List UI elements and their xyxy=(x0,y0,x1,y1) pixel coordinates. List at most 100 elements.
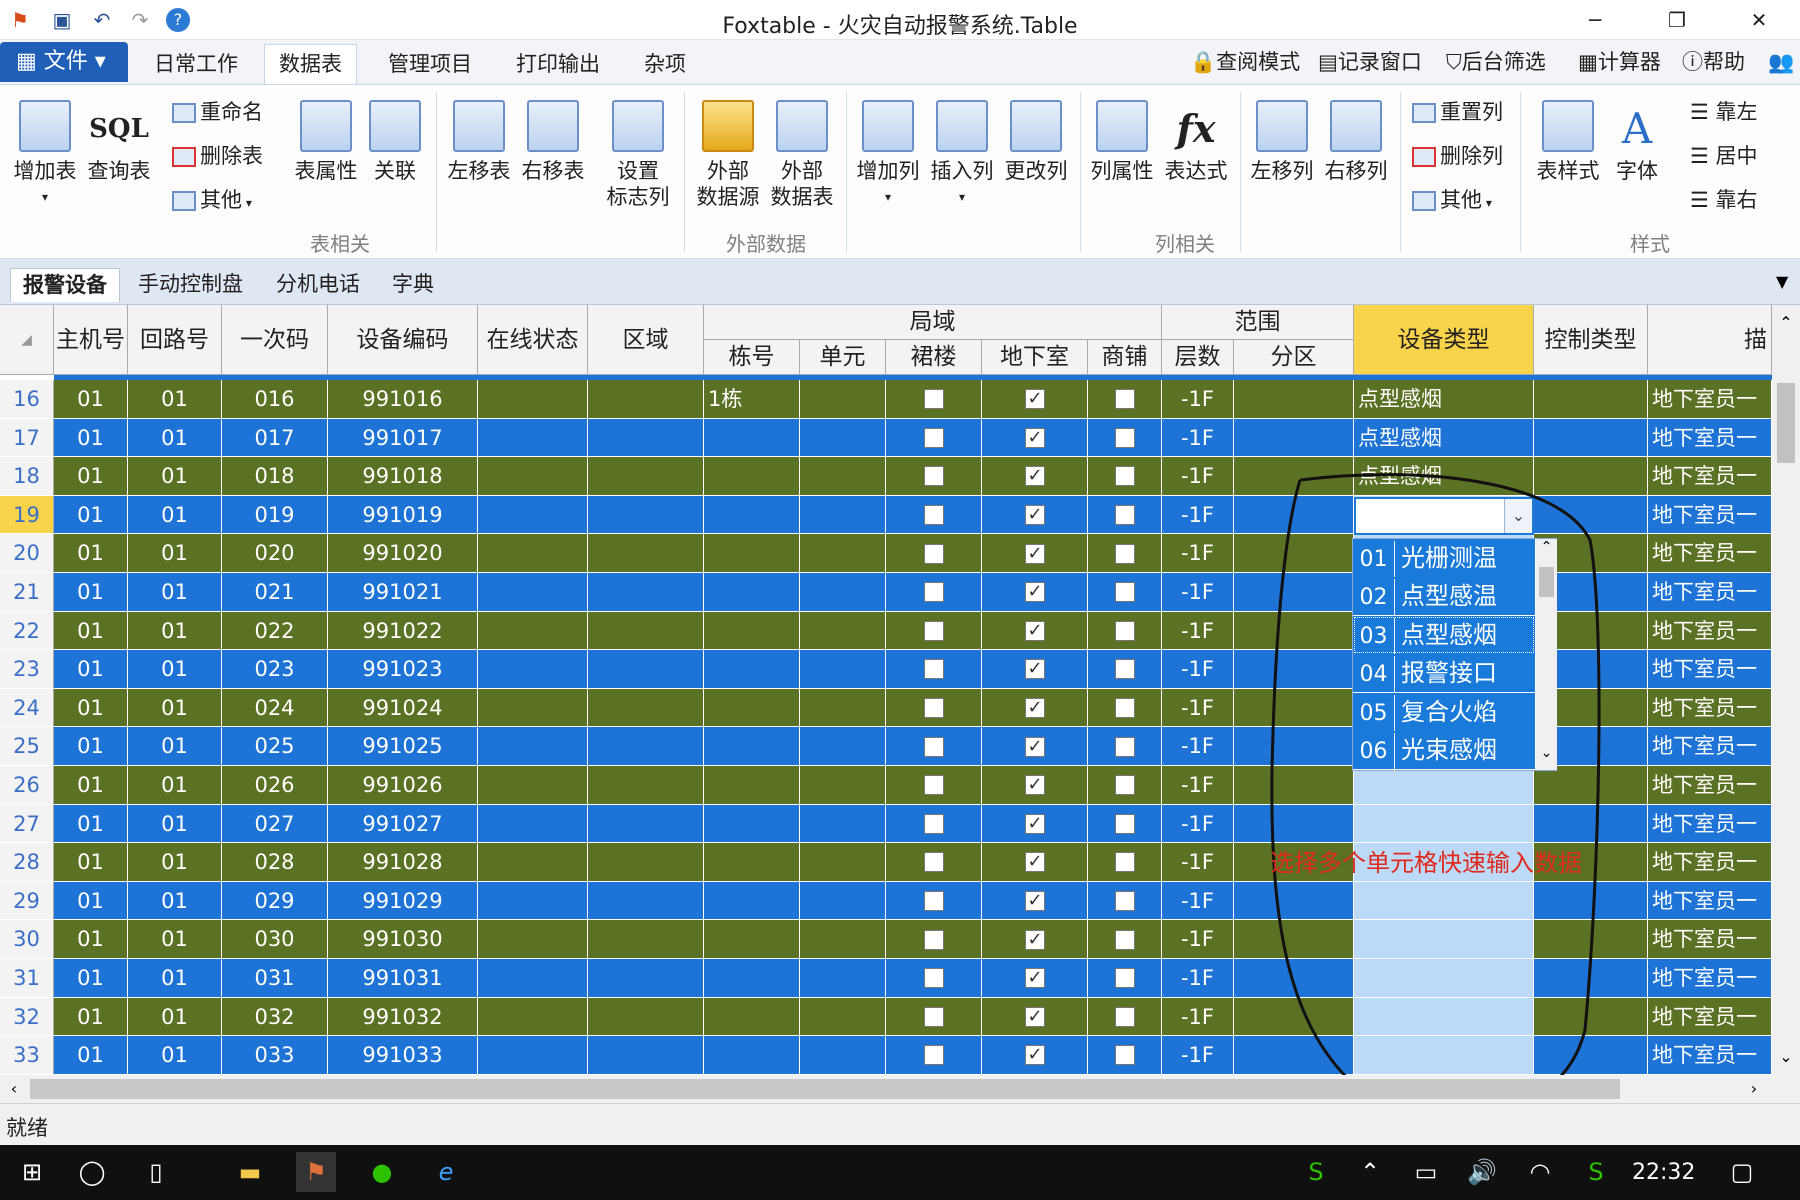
cell-area[interactable] xyxy=(588,457,704,496)
tab-daily-work[interactable]: 日常工作 xyxy=(140,48,252,84)
cell-area[interactable] xyxy=(588,1036,704,1075)
cell-online[interactable] xyxy=(478,457,588,496)
add-table-button[interactable]: 增加表 ▾ xyxy=(10,100,80,210)
header-area[interactable]: 区域 xyxy=(588,305,704,375)
cell-unit[interactable] xyxy=(800,843,886,882)
sheet-tab-manual-panel[interactable]: 手动控制盘 xyxy=(126,268,255,302)
cell-unit[interactable] xyxy=(800,959,886,998)
search-circle-icon[interactable]: ◯ xyxy=(72,1152,112,1192)
cell-area[interactable] xyxy=(588,920,704,959)
checkbox[interactable]: ✓ xyxy=(1025,582,1045,603)
cell-desc[interactable]: 地下室员一 xyxy=(1648,881,1772,921)
cell-dc[interactable]: 991017 xyxy=(328,418,478,458)
cell-pc[interactable]: 021 xyxy=(222,573,328,612)
cell-dc[interactable]: 991025 xyxy=(328,727,478,766)
cell-pc[interactable]: 025 xyxy=(222,727,328,766)
checkbox[interactable] xyxy=(924,736,944,757)
cell-loop[interactable]: 01 xyxy=(128,688,222,728)
cell-shop[interactable] xyxy=(1088,457,1162,496)
cell-loop[interactable]: 01 xyxy=(128,997,222,1037)
cell-loop[interactable]: 01 xyxy=(128,1036,222,1075)
row-header[interactable]: 24 xyxy=(0,688,54,728)
cell-basement[interactable]: ✓ xyxy=(982,804,1088,844)
cell-dc[interactable]: 991026 xyxy=(328,766,478,805)
cell-basement[interactable]: ✓ xyxy=(982,997,1088,1037)
cell-loop[interactable]: 01 xyxy=(128,920,222,959)
cell-floor[interactable]: -1F xyxy=(1162,804,1234,844)
cell-floor[interactable]: -1F xyxy=(1162,881,1234,921)
cell-pc[interactable]: 018 xyxy=(222,457,328,496)
minimize-icon[interactable]: ─ xyxy=(1570,4,1620,36)
cell-podium[interactable] xyxy=(886,727,982,766)
cell-unit[interactable] xyxy=(800,457,886,496)
checkbox[interactable] xyxy=(1115,736,1135,757)
cell-desc[interactable]: 地下室员一 xyxy=(1648,843,1772,882)
scroll-up-icon[interactable]: ⌃ xyxy=(1772,305,1800,341)
cell-basement[interactable]: ✓ xyxy=(982,418,1088,458)
header-description[interactable]: 描 xyxy=(1648,305,1772,375)
cell-building[interactable] xyxy=(704,688,800,728)
cell-loop[interactable]: 01 xyxy=(128,611,222,651)
horizontal-scrollbar[interactable]: ‹ › xyxy=(0,1075,1772,1103)
checkbox[interactable] xyxy=(924,775,944,796)
cell-shop[interactable] xyxy=(1088,843,1162,882)
checkbox[interactable] xyxy=(1115,698,1135,719)
task-view-icon[interactable]: ▯ xyxy=(136,1152,176,1192)
checkbox[interactable] xyxy=(924,389,944,410)
cell-unit[interactable] xyxy=(800,688,886,728)
header-control-type[interactable]: 控制类型 xyxy=(1534,305,1648,375)
cell-building[interactable] xyxy=(704,534,800,573)
cell-area[interactable] xyxy=(588,688,704,728)
cell-building[interactable] xyxy=(704,881,800,921)
cell-unit[interactable] xyxy=(800,534,886,573)
cell-desc[interactable]: 地下室员一 xyxy=(1648,611,1772,651)
cell-dc[interactable]: 991027 xyxy=(328,804,478,844)
cell-loop[interactable]: 01 xyxy=(128,727,222,766)
cell-dc[interactable]: 991018 xyxy=(328,457,478,496)
cell-building[interactable] xyxy=(704,804,800,844)
tray-app-icon[interactable]: S xyxy=(1296,1152,1336,1192)
cell-basement[interactable]: ✓ xyxy=(982,457,1088,496)
cell-zone[interactable] xyxy=(1234,380,1354,419)
sheet-tab-dictionary[interactable]: 字典 xyxy=(380,268,446,302)
cell-podium[interactable] xyxy=(886,611,982,651)
cell-desc[interactable]: 地下室员一 xyxy=(1648,688,1772,728)
change-col-button[interactable]: 更改列 xyxy=(1000,100,1072,184)
cell-area[interactable] xyxy=(588,611,704,651)
row-header[interactable]: 27 xyxy=(0,804,54,844)
cell-pc[interactable]: 020 xyxy=(222,534,328,573)
checkbox[interactable]: ✓ xyxy=(1025,698,1045,719)
cell-desc[interactable]: 地下室员一 xyxy=(1648,380,1772,419)
cell-host[interactable]: 01 xyxy=(54,881,128,921)
cell-building[interactable]: 1栋 xyxy=(704,380,800,419)
checkbox[interactable]: ✓ xyxy=(1025,929,1045,950)
checkbox[interactable] xyxy=(1115,929,1135,950)
checkbox[interactable] xyxy=(1115,543,1135,564)
cell-floor[interactable]: -1F xyxy=(1162,843,1234,882)
row-header[interactable]: 25 xyxy=(0,727,54,766)
cell-host[interactable]: 01 xyxy=(54,804,128,844)
cell-basement[interactable]: ✓ xyxy=(982,727,1088,766)
cell-loop[interactable]: 01 xyxy=(128,650,222,689)
users-icon[interactable]: 👥 xyxy=(1768,48,1794,76)
cell-type[interactable]: 点型感烟 xyxy=(1354,380,1534,419)
cell-shop[interactable] xyxy=(1088,1036,1162,1075)
cell-pc[interactable]: 029 xyxy=(222,881,328,921)
cell-area[interactable] xyxy=(588,727,704,766)
scroll-right-icon[interactable]: › xyxy=(1740,1075,1768,1103)
cell-shop[interactable] xyxy=(1088,920,1162,959)
file-explorer-icon[interactable]: ▬ xyxy=(230,1152,270,1192)
cell-basement[interactable]: ✓ xyxy=(982,380,1088,419)
cell-basement[interactable]: ✓ xyxy=(982,959,1088,998)
cell-unit[interactable] xyxy=(800,920,886,959)
cell-floor[interactable]: -1F xyxy=(1162,611,1234,651)
add-col-button[interactable]: 增加列 ▾ xyxy=(852,100,924,210)
cell-dc[interactable]: 991019 xyxy=(328,495,478,535)
checkbox[interactable] xyxy=(924,427,944,448)
cell-online[interactable] xyxy=(478,920,588,959)
header-shop[interactable]: 商铺 xyxy=(1088,340,1162,375)
align-right-button[interactable]: ☰ 靠右 xyxy=(1690,186,1758,214)
cell-building[interactable] xyxy=(704,727,800,766)
sheet-tab-extension-phone[interactable]: 分机电话 xyxy=(264,268,372,302)
checkbox[interactable] xyxy=(1115,968,1135,989)
